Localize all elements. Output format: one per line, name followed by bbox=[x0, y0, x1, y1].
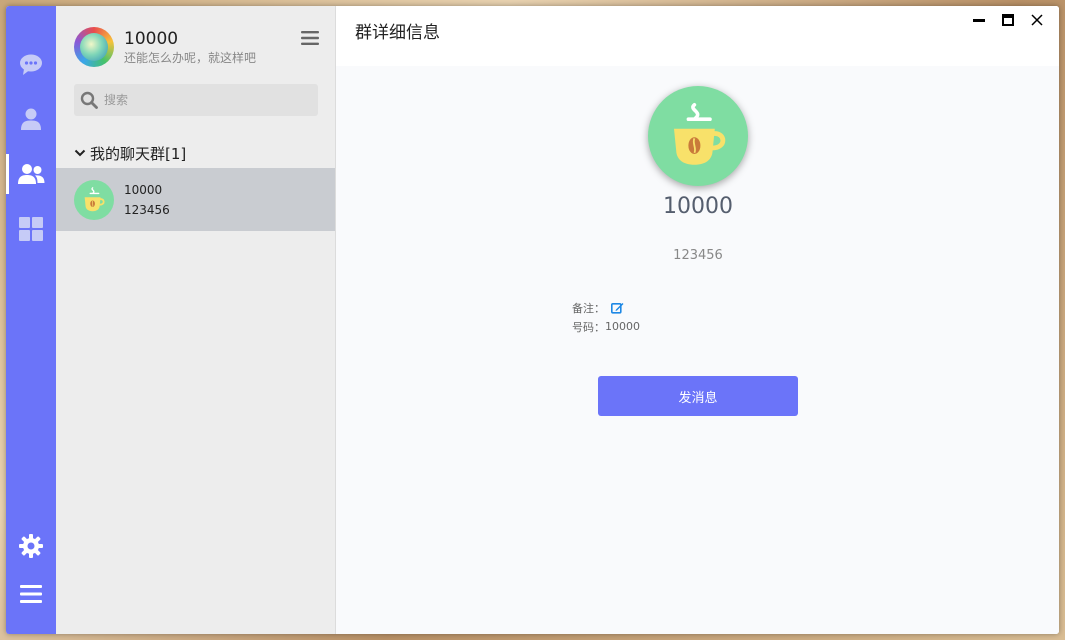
maximize-icon bbox=[1001, 14, 1014, 26]
nav-settings[interactable] bbox=[6, 524, 56, 568]
close-icon bbox=[1030, 14, 1043, 26]
send-message-button[interactable]: 发消息 bbox=[598, 376, 798, 416]
search-input[interactable] bbox=[104, 93, 304, 107]
nav-groups[interactable] bbox=[6, 152, 56, 196]
number-value: 10000 bbox=[605, 320, 640, 333]
coffee-cup-icon bbox=[84, 186, 105, 211]
page-title: 群详细信息 bbox=[355, 23, 440, 43]
gear-icon bbox=[19, 534, 43, 558]
list-menu-button[interactable] bbox=[300, 28, 320, 48]
search-box[interactable] bbox=[74, 84, 318, 116]
nav-menu[interactable] bbox=[6, 572, 56, 616]
list-item[interactable]: 10000 123456 bbox=[56, 168, 335, 231]
group-avatar bbox=[74, 179, 114, 220]
group-avatar-large bbox=[648, 86, 748, 186]
group-section-header[interactable]: 我的聊天群[1] bbox=[74, 142, 186, 164]
detail-header: 群详细信息 bbox=[336, 6, 1059, 66]
profile-name: 10000 bbox=[124, 28, 179, 49]
search-icon bbox=[80, 91, 98, 109]
group-info: 备注： 号码： 10000 bbox=[572, 298, 640, 336]
remark-label: 备注： bbox=[572, 301, 605, 315]
edit-remark-button[interactable] bbox=[611, 302, 624, 314]
chevron-down-icon bbox=[74, 149, 86, 157]
profile-text: 10000 还能怎么办呢，就这样吧 bbox=[124, 29, 256, 66]
nav-chat[interactable] bbox=[6, 42, 56, 86]
nav-apps[interactable] bbox=[6, 207, 56, 251]
group-row-name: 10000 bbox=[124, 182, 163, 197]
maximize-button[interactable] bbox=[993, 10, 1022, 30]
edit-icon bbox=[611, 302, 624, 314]
group-icon bbox=[18, 164, 45, 184]
apps-icon bbox=[19, 217, 43, 241]
number-label: 号码： bbox=[572, 320, 605, 334]
group-list-panel: 10000 还能怎么办呢，就这样吧 我的聊天群[1] bbox=[56, 6, 336, 634]
group-name: 10000 bbox=[663, 194, 733, 219]
group-section-label: 我的聊天群[1] bbox=[90, 144, 187, 163]
group-detail-panel: 群详细信息 10000 123456 备注： 号码： 10000 发消息 bbox=[336, 6, 1059, 634]
profile-signature: 还能怎么办呢，就这样吧 bbox=[124, 50, 257, 65]
number-row: 号码： 10000 bbox=[572, 317, 640, 336]
group-row-text: 10000 123456 bbox=[124, 181, 170, 219]
hamburger-menu-icon bbox=[20, 585, 42, 603]
close-button[interactable] bbox=[1022, 10, 1051, 30]
avatar[interactable] bbox=[74, 27, 114, 67]
chat-icon bbox=[20, 54, 42, 75]
coffee-cup-icon bbox=[674, 103, 726, 165]
user-icon bbox=[21, 108, 41, 130]
minimize-button[interactable] bbox=[964, 10, 993, 30]
group-id: 123456 bbox=[673, 248, 723, 263]
window-controls bbox=[964, 10, 1051, 30]
app-window: 10000 还能怎么办呢，就这样吧 我的聊天群[1] bbox=[6, 6, 1059, 634]
nav-contacts[interactable] bbox=[6, 97, 56, 141]
group-row-id: 123456 bbox=[124, 202, 170, 217]
remark-row: 备注： bbox=[572, 298, 640, 317]
nav-rail bbox=[6, 6, 56, 634]
hamburger-menu-icon bbox=[301, 31, 319, 45]
minimize-icon bbox=[972, 19, 985, 22]
profile-card[interactable]: 10000 还能怎么办呢，就这样吧 bbox=[74, 26, 324, 68]
